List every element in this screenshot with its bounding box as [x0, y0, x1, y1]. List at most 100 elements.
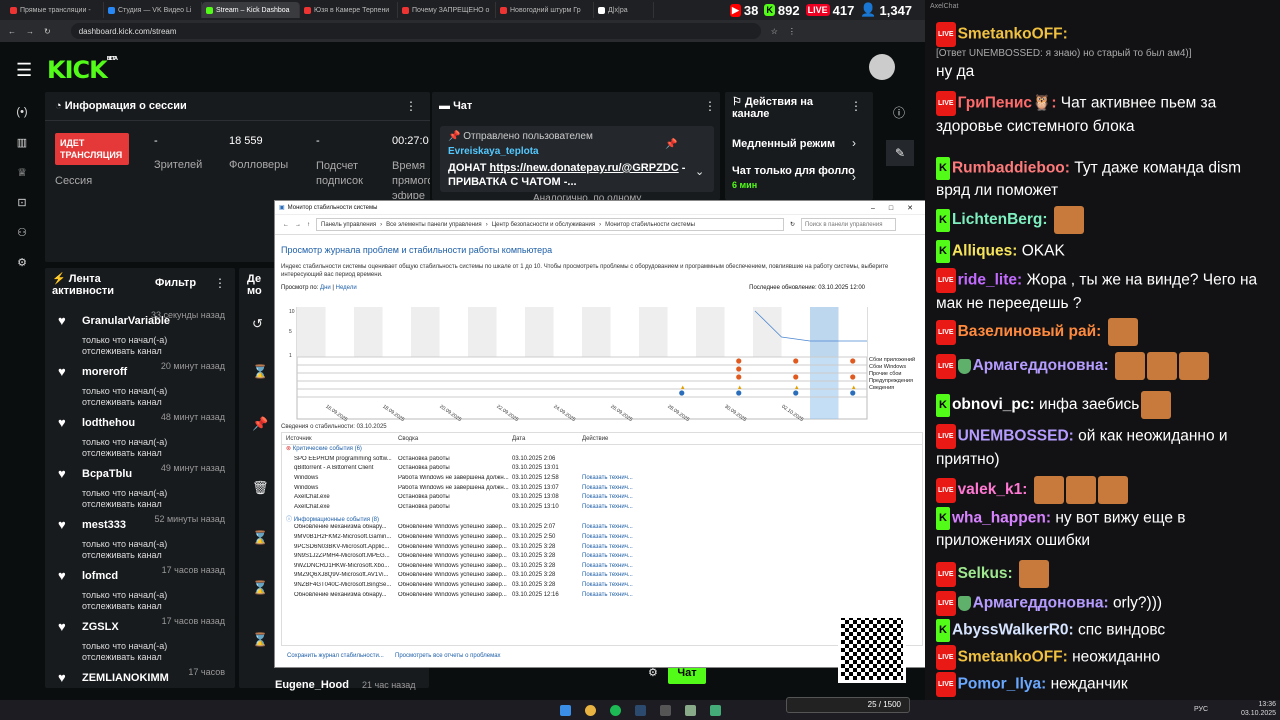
table-row[interactable]: 9WZDNCRD1HKW-Microsoft.Xbo... Обновление …	[282, 561, 922, 571]
row-action-link[interactable]: Показать технич...	[582, 563, 633, 569]
column-header[interactable]: Дата	[512, 436, 582, 442]
critical-group[interactable]: ⊗ Критические события (6)	[282, 445, 922, 454]
analytics-icon[interactable]: ▥	[14, 134, 30, 150]
chat-username[interactable]: LichtenBerg	[952, 211, 1042, 228]
chrome-icon[interactable]	[584, 704, 596, 716]
error-marker[interactable]	[736, 374, 742, 380]
table-row[interactable]: SPO EEPROM programming softw... Остановка…	[282, 454, 922, 464]
table-row[interactable]: 9MZ9Q6XJ8Q9V-Microsoft.AV1Vi... Обновлени…	[282, 571, 922, 581]
url-field[interactable]: dashboard.kick.com/stream	[70, 23, 761, 39]
chat-username[interactable]: valek_k1	[958, 481, 1023, 498]
steam-icon[interactable]	[634, 704, 646, 716]
edit-icon[interactable]: ✎	[886, 140, 914, 166]
browser-tab-active[interactable]: Stream – Kick Dashboa	[202, 2, 300, 18]
followers-only-item[interactable]: Чат только для фолло	[732, 165, 855, 177]
browser-tab[interactable]: Юзя в Камере Терпени	[300, 2, 398, 18]
pinned-link[interactable]: https://new.donatepay.ru/@GRPZDC	[490, 162, 679, 174]
browser-tab[interactable]: Новогодний штурм Гр	[496, 2, 594, 18]
column-header[interactable]: Действие	[582, 436, 608, 442]
chevron-right-icon[interactable]: ›	[852, 136, 856, 150]
chevron-right-icon[interactable]: ›	[852, 170, 856, 184]
row-action-link[interactable]: Показать технич...	[582, 475, 633, 481]
chat-username[interactable]: AbyssWalkerR0	[952, 622, 1069, 639]
chat-more-icon[interactable]: ⋮	[704, 99, 716, 113]
browser-tab[interactable]: Д|х|ра	[594, 2, 654, 18]
chat-username[interactable]: Alliques	[952, 243, 1012, 260]
row-action-link[interactable]: Показать технич...	[582, 504, 633, 510]
hamburger-menu-icon[interactable]: ☰	[16, 60, 32, 81]
error-marker[interactable]	[793, 358, 799, 364]
error-marker[interactable]	[850, 374, 856, 380]
app-icon[interactable]	[684, 704, 696, 716]
reliability-chart[interactable]: 10 5 1 ▲ ▲ ▲ ▲ Сбои приложенийСбои WindowsПрочи…	[281, 307, 921, 425]
column-header[interactable]: Сводка	[398, 436, 512, 442]
error-marker[interactable]	[736, 358, 742, 364]
view-all-reports-link[interactable]: Просмотреть все отчеты о проблемах	[395, 653, 501, 659]
info-marker[interactable]	[736, 390, 742, 396]
feed-more-icon[interactable]: ⋮	[214, 276, 226, 290]
error-marker[interactable]	[793, 374, 799, 380]
windows-start-icon[interactable]	[559, 704, 571, 716]
save-history-link[interactable]: Сохранить журнал стабильности...	[287, 653, 384, 659]
up-icon[interactable]: ↑	[307, 222, 310, 228]
error-marker[interactable]	[736, 366, 742, 372]
row-action-link[interactable]: Показать технич...	[582, 592, 633, 598]
row-action-link[interactable]: Показать технич...	[582, 582, 633, 588]
table-row[interactable]: 9NZBF4GT040C-Microsoft.BingSe... Обновлен…	[282, 580, 922, 590]
reload-icon[interactable]: ↻	[44, 27, 51, 36]
window-controls[interactable]: –□✕	[871, 204, 927, 212]
spotify-icon[interactable]	[609, 704, 621, 716]
forward-icon[interactable]: →	[295, 222, 301, 228]
chat-username[interactable]: SmetankoOFF	[958, 649, 1063, 666]
moderation-icon[interactable]: ⊡	[14, 194, 30, 210]
chat-username[interactable]: Армагеддоновна	[973, 595, 1104, 612]
table-row[interactable]: Обновление механизма обнару... Обновление…	[282, 590, 922, 600]
slow-mode-item[interactable]: Медленный режим	[732, 138, 835, 150]
language-indicator[interactable]: РУС	[1194, 706, 1208, 713]
row-action-link[interactable]: Показать технич...	[582, 534, 633, 540]
chat-username[interactable]: SmetankoOFF	[958, 26, 1063, 43]
error-marker[interactable]	[850, 358, 856, 364]
refresh-icon[interactable]: ↻	[790, 221, 795, 228]
chat-username[interactable]: Pomor_Ilya	[958, 676, 1042, 693]
app-icon[interactable]	[709, 704, 721, 716]
table-row[interactable]: Обновление механизма обнару... Обновление…	[282, 523, 922, 533]
info-marker[interactable]	[679, 390, 685, 396]
warning-marker[interactable]: ▲	[851, 385, 857, 391]
warning-marker[interactable]: ▲	[680, 385, 686, 391]
table-row[interactable]: 9N9S1J2ZPMH4-Microsoft.MPEG... Обновление…	[282, 551, 922, 561]
clock[interactable]: 13:36 03.10.2025	[1241, 700, 1276, 718]
chat-username[interactable]: UNEMBOSSED	[958, 428, 1069, 445]
actions-more-icon[interactable]: ⋮	[850, 99, 862, 113]
stream-icon[interactable]: (•)	[14, 104, 30, 120]
table-row[interactable]: Windows Работа Windows не завершена должн…	[282, 483, 922, 493]
table-row[interactable]: Windows Работа Windows не завершена должн…	[282, 473, 922, 483]
app-icon[interactable]	[659, 704, 671, 716]
forward-icon[interactable]: →	[26, 27, 34, 36]
users-icon[interactable]: ⚇	[14, 224, 30, 240]
view-days-link[interactable]: Дни	[320, 285, 331, 291]
row-action-link[interactable]: Показать технич...	[582, 572, 633, 578]
row-action-link[interactable]: Показать технич...	[582, 553, 633, 559]
breadcrumb[interactable]: Панель управления › Все элементы панели уп…	[316, 218, 784, 231]
chat-username[interactable]: ГриПенис🦉	[958, 95, 1052, 112]
table-row[interactable]: AxelChat.exe Остановка работы 03.10.2025 1…	[282, 492, 922, 502]
column-header[interactable]: Источник	[282, 436, 398, 442]
settings-icon[interactable]: ⚙	[14, 254, 30, 270]
warning-marker[interactable]: ▲	[794, 385, 800, 391]
info-marker[interactable]	[793, 390, 799, 396]
avatar[interactable]	[869, 54, 895, 80]
row-action-link[interactable]: Показать технич...	[582, 524, 633, 530]
chat-username[interactable]: Rumbaddieboo	[952, 160, 1065, 177]
more-icon[interactable]: ⋮	[405, 99, 417, 113]
pin-icon[interactable]: 📌	[665, 139, 677, 150]
view-weeks-link[interactable]: Недели	[336, 285, 357, 291]
back-icon[interactable]: ←	[283, 222, 289, 228]
table-row[interactable]: AxelChat.exe Остановка работы 03.10.2025 1…	[282, 502, 922, 512]
browser-tab[interactable]: Прямые трансляции -	[6, 2, 104, 18]
info-group[interactable]: ⓘ Информационные события (8)	[282, 514, 922, 523]
chevron-down-icon[interactable]: ⌄	[695, 165, 704, 178]
row-action-link[interactable]: Показать технич...	[582, 494, 633, 500]
search-input[interactable]: Поиск в панели управления	[801, 218, 897, 231]
menu-icon[interactable]: ⋮	[788, 27, 796, 36]
